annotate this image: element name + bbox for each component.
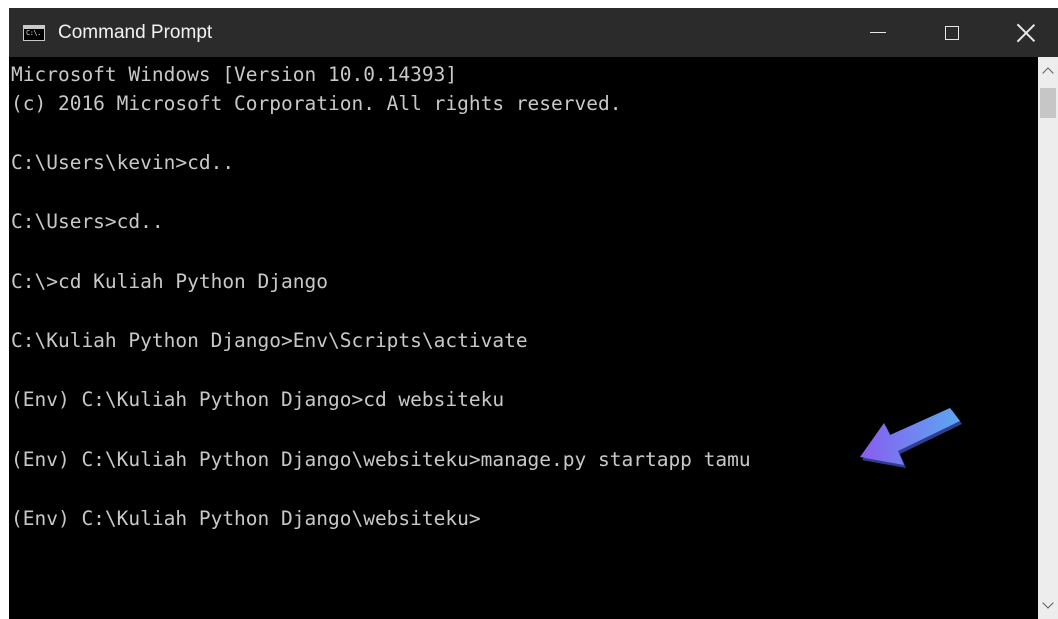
console-line: C:\Kuliah Python Django>Env\Scripts\acti… (11, 329, 528, 352)
console-output[interactable]: Microsoft Windows [Version 10.0.14393] (… (9, 57, 1038, 619)
chevron-up-icon (1042, 67, 1054, 79)
console-line: C:\Users\kevin>cd.. (11, 151, 235, 174)
console-line: (c) 2016 Microsoft Corporation. All righ… (11, 92, 622, 115)
close-button[interactable] (996, 8, 1056, 57)
minimize-icon (870, 32, 886, 33)
close-icon (1017, 24, 1035, 42)
console-line: C:\Users>cd.. (11, 210, 164, 233)
title-bar[interactable]: C:\. Command Prompt (9, 8, 1058, 57)
command-prompt-window: C:\. Command Prompt Microsoft Windows [V… (9, 8, 1058, 619)
chevron-down-icon (1042, 597, 1054, 609)
console-line: (Env) C:\Kuliah Python Django\websiteku>… (11, 448, 751, 471)
scroll-down-button[interactable] (1038, 591, 1058, 619)
scroll-thumb[interactable] (1040, 88, 1056, 118)
scroll-up-button[interactable] (1038, 57, 1058, 85)
pointer-arrow-icon (860, 408, 962, 468)
cmd-icon-text: C:\. (26, 29, 41, 37)
maximize-icon (945, 25, 959, 40)
cmd-icon: C:\. (23, 25, 45, 41)
window-title: Command Prompt (58, 22, 213, 43)
console-line: (Env) C:\Kuliah Python Django\websiteku> (11, 507, 481, 530)
console-line: Microsoft Windows [Version 10.0.14393] (11, 63, 458, 86)
vertical-scrollbar[interactable] (1038, 57, 1058, 619)
console-line: (Env) C:\Kuliah Python Django>cd website… (11, 388, 505, 411)
maximize-button[interactable] (922, 8, 982, 57)
minimize-button[interactable] (848, 8, 908, 57)
console-line: C:\>cd Kuliah Python Django (11, 270, 328, 293)
